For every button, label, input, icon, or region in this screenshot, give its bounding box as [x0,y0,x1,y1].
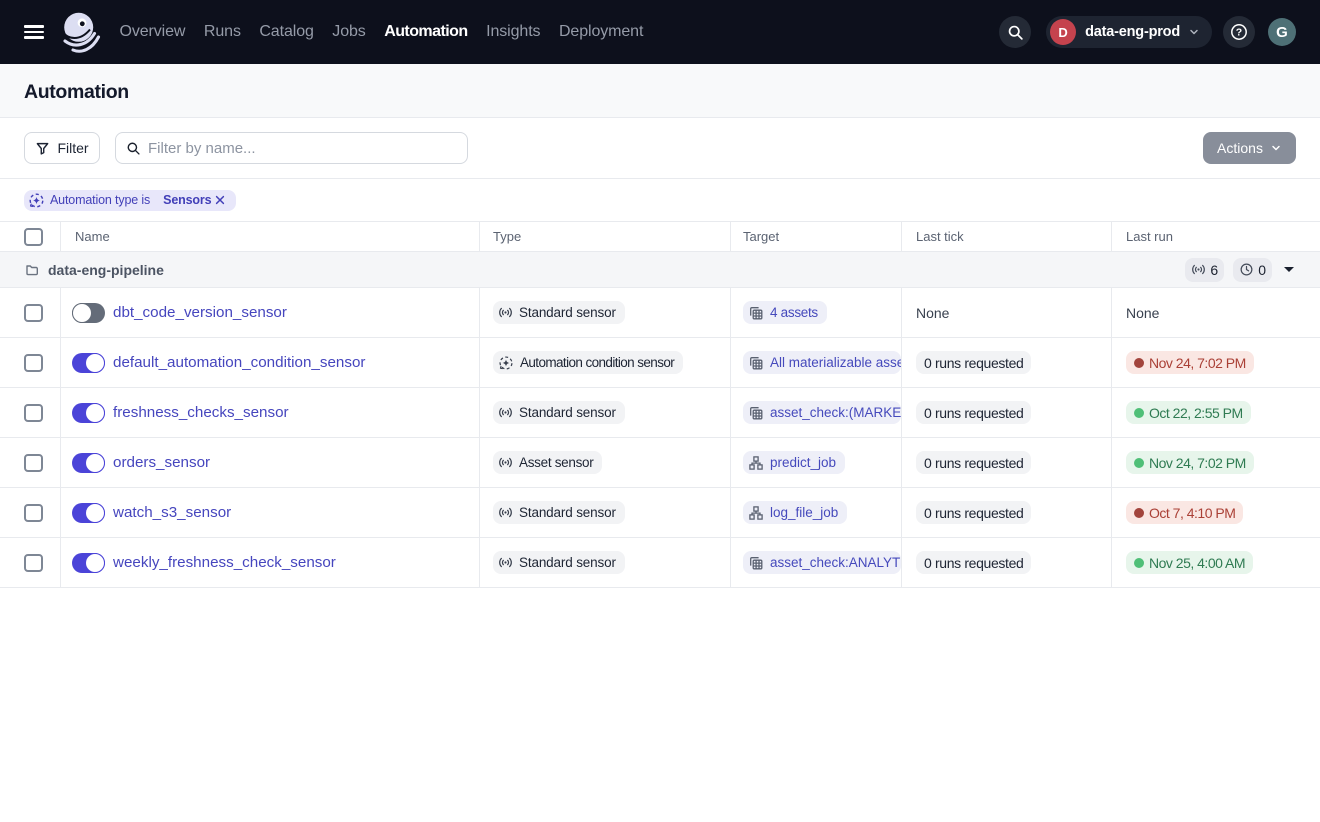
svg-text:?: ? [1236,27,1242,39]
